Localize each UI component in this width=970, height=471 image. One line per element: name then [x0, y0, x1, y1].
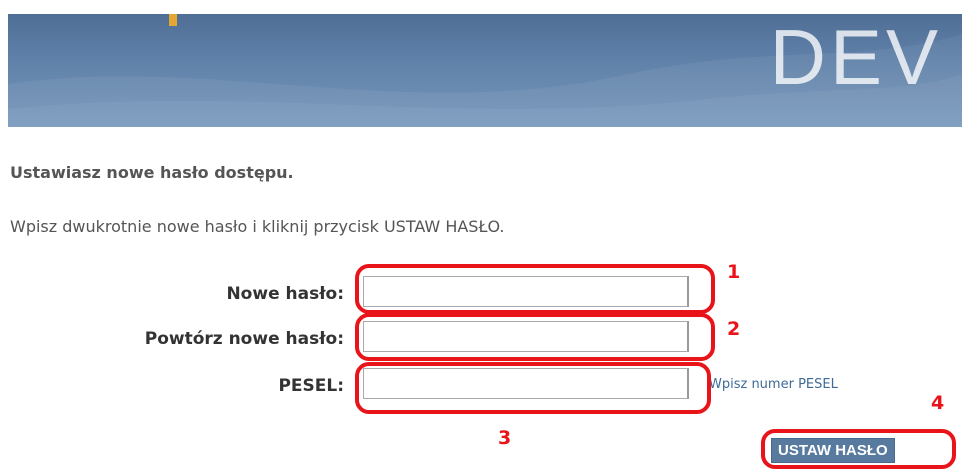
page-heading: Ustawiasz nowe hasło dostępu. [10, 163, 294, 182]
repeat-password-field[interactable] [363, 321, 689, 352]
annotation-number-4: 4 [931, 392, 945, 414]
pesel-label: PESEL: [278, 376, 344, 396]
new-password-label: Nowe hasło: [226, 284, 344, 304]
annotation-number-1: 1 [727, 261, 741, 283]
annotation-number-3: 3 [498, 427, 512, 449]
environment-label: DEV [769, 14, 942, 101]
instruction-text: Wpisz dwukrotnie nowe hasło i kliknij pr… [10, 217, 505, 236]
new-password-field[interactable] [363, 276, 689, 307]
repeat-password-label: Powtórz nowe hasło: [144, 329, 344, 349]
set-password-button[interactable]: USTAW HASŁO [771, 438, 895, 463]
pesel-hint: Wpisz numer PESEL [709, 377, 838, 392]
pesel-field[interactable] [363, 368, 689, 399]
annotation-number-2: 2 [727, 318, 741, 340]
header-banner: DEV [8, 14, 962, 127]
logo-mark [169, 14, 177, 26]
